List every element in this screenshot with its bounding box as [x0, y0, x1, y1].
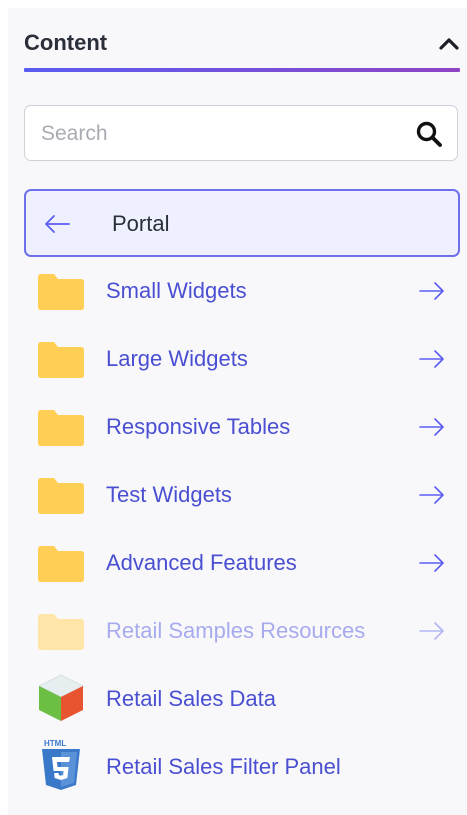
arrow-right-icon[interactable] [418, 553, 446, 573]
list-item[interactable]: Retail Samples Resources [24, 599, 460, 663]
arrow-right-icon[interactable] [418, 417, 446, 437]
breadcrumb-label: Portal [112, 211, 170, 236]
list-item[interactable]: HTML Retail Sales Filter Panel [24, 735, 460, 799]
folder-icon [36, 475, 86, 515]
folder-icon [36, 611, 86, 651]
list-item[interactable]: Test Widgets [24, 463, 460, 527]
search-box[interactable] [24, 105, 458, 161]
back-to-portal[interactable]: Portal [24, 189, 460, 257]
list-item-label[interactable]: Advanced Features [106, 550, 297, 576]
search-input[interactable] [39, 118, 403, 150]
folder-icon [36, 339, 86, 379]
list-item-label[interactable]: Retail Samples Resources [106, 618, 365, 644]
panel-header[interactable]: Content [24, 8, 467, 70]
list-item-label[interactable]: Small Widgets [106, 278, 247, 304]
chevron-up-icon[interactable] [436, 30, 462, 56]
folder-icon [36, 271, 86, 311]
list-item[interactable]: Advanced Features [24, 531, 460, 595]
folder-icon [36, 407, 86, 447]
panel-title: Content [24, 30, 108, 55]
list-item[interactable]: Retail Sales Data [24, 667, 460, 731]
arrow-right-icon[interactable] [418, 485, 446, 505]
arrow-left-icon[interactable] [42, 213, 72, 235]
data-cube-icon [36, 674, 86, 721]
html5-icon: HTML [36, 739, 86, 790]
list-item-label[interactable]: Large Widgets [106, 346, 248, 372]
list-item[interactable]: Responsive Tables [24, 395, 460, 459]
list-item-label[interactable]: Test Widgets [106, 482, 232, 508]
html5-badge-text: HTML [44, 739, 66, 748]
header-divider [24, 68, 460, 72]
folder-icon [36, 543, 86, 583]
list-item[interactable]: Small Widgets [24, 259, 460, 323]
list-item-label[interactable]: Retail Sales Data [106, 686, 276, 712]
search-icon[interactable] [415, 120, 443, 148]
arrow-right-icon[interactable] [418, 281, 446, 301]
list-item-label[interactable]: Retail Sales Filter Panel [106, 754, 341, 780]
arrow-right-icon[interactable] [418, 621, 446, 641]
content-panel: Content Portal Small Widgets Large Widge… [8, 8, 467, 815]
arrow-right-icon[interactable] [418, 349, 446, 369]
list-item-label[interactable]: Responsive Tables [106, 414, 290, 440]
list-item[interactable]: Large Widgets [24, 327, 460, 391]
